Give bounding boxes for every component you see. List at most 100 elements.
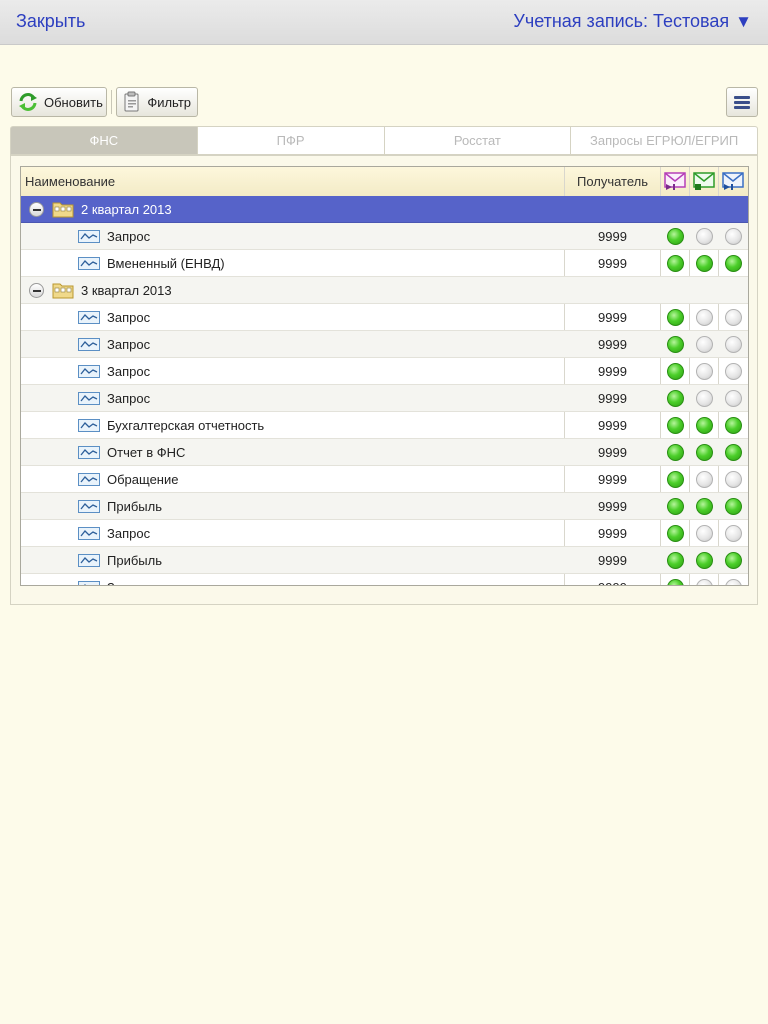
- document-chart-icon: [78, 419, 100, 432]
- status-gray-icon: [725, 228, 742, 245]
- clipboard-filter-icon: [122, 91, 142, 113]
- refresh-label: Обновить: [44, 94, 103, 110]
- tab-rosstat[interactable]: Росстат: [384, 126, 572, 155]
- close-button[interactable]: Закрыть: [16, 11, 85, 32]
- top-nav-bar: Закрыть Учетная запись: Тестовая ▼: [0, 0, 768, 45]
- folder-icon: [52, 281, 74, 299]
- document-name: Вмененный (ЕНВД): [107, 256, 225, 271]
- envelope-purple-icon[interactable]: [663, 170, 687, 192]
- table-row[interactable]: Запрос 9999: [21, 331, 748, 358]
- document-name: Запрос: [107, 337, 151, 352]
- table-row[interactable]: Запрос 9999: [21, 385, 748, 412]
- document-name: Запрос: [107, 526, 151, 541]
- tab-pfr[interactable]: ПФР: [197, 126, 385, 155]
- recipient-value: 9999: [598, 418, 627, 433]
- table-row[interactable]: Вмененный (ЕНВД) 9999: [21, 250, 748, 277]
- status-green-icon: [667, 336, 684, 353]
- document-name: Прибыль: [107, 499, 162, 514]
- status-green-icon: [667, 498, 684, 515]
- group-row[interactable]: 3 квартал 2013: [21, 277, 748, 304]
- envelope-green-icon[interactable]: [692, 170, 716, 192]
- status-green-icon: [725, 255, 742, 272]
- collapse-toggle-icon[interactable]: [29, 283, 44, 298]
- status-green-icon: [725, 498, 742, 515]
- recipient-value: 9999: [598, 337, 627, 352]
- status-gray-icon: [696, 363, 713, 380]
- document-chart-icon: [78, 257, 100, 270]
- status-gray-icon: [696, 228, 713, 245]
- document-name: Запрос: [107, 364, 151, 379]
- tab-bar: ФНС ПФР Росстат Запросы ЕГРЮЛ/ЕГРИП: [10, 126, 758, 156]
- refresh-button[interactable]: Обновить: [11, 87, 107, 117]
- recipient-value: 9999: [598, 499, 627, 514]
- table-row[interactable]: Бухгалтерская отчетность 9999: [21, 412, 748, 439]
- document-chart-icon: [78, 230, 100, 243]
- recipient-value: 9999: [598, 553, 627, 568]
- recipient-value: 9999: [565, 580, 660, 585]
- table-row[interactable]: Запрос 9999: [21, 223, 748, 250]
- document-name: Запрос: [107, 580, 150, 585]
- account-selector[interactable]: Учетная запись: Тестовая ▼: [513, 11, 752, 32]
- status-green-icon: [667, 417, 684, 434]
- chevron-down-icon: ▼: [735, 12, 752, 31]
- table-row[interactable]: Отчет в ФНС 9999: [21, 439, 748, 466]
- account-label: Учетная запись: Тестовая: [513, 11, 730, 31]
- status-green-icon: [725, 444, 742, 461]
- status-gray-icon: [696, 309, 713, 326]
- status-green-icon: [667, 552, 684, 569]
- documents-table[interactable]: Наименование Получатель 2 квартал 2013 З…: [20, 166, 749, 586]
- document-name: Запрос: [107, 229, 151, 244]
- status-gray-icon: [725, 579, 742, 585]
- document-chart-icon: [78, 500, 100, 513]
- column-header-recipient[interactable]: Получатель: [565, 174, 660, 189]
- status-gray-icon: [725, 471, 742, 488]
- document-chart-icon: [78, 527, 100, 540]
- recipient-value: 9999: [598, 526, 627, 541]
- document-chart-icon: [78, 554, 100, 567]
- document-chart-icon: [78, 311, 100, 324]
- status-gray-icon: [725, 336, 742, 353]
- status-green-icon: [725, 417, 742, 434]
- document-chart-icon: [78, 446, 100, 459]
- tab-fns[interactable]: ФНС: [10, 126, 198, 155]
- table-body: 2 квартал 2013 Запрос 9999 Вмененный (ЕНВД)…: [21, 196, 748, 585]
- status-green-icon: [667, 471, 684, 488]
- table-row[interactable]: Прибыль 9999: [21, 493, 748, 520]
- status-gray-icon: [696, 336, 713, 353]
- table-row[interactable]: Запрос 9999: [21, 574, 748, 585]
- menu-button[interactable]: [726, 87, 758, 117]
- tab-egrul-egrip-requests[interactable]: Запросы ЕГРЮЛ/ЕГРИП: [571, 126, 758, 155]
- document-chart-icon: [78, 473, 100, 486]
- filter-label: Фильтр: [147, 94, 191, 110]
- table-row[interactable]: Запрос 9999: [21, 520, 748, 547]
- column-header-name[interactable]: Наименование: [25, 174, 115, 189]
- status-green-icon: [667, 228, 684, 245]
- status-green-icon: [667, 390, 684, 407]
- status-green-icon: [667, 363, 684, 380]
- table-row[interactable]: Запрос 9999: [21, 358, 748, 385]
- status-gray-icon: [725, 363, 742, 380]
- status-green-icon: [667, 579, 684, 585]
- document-name: Запрос: [107, 310, 151, 325]
- status-green-icon: [667, 444, 684, 461]
- hamburger-menu-icon: [734, 94, 750, 111]
- table-row[interactable]: Обращение 9999: [21, 466, 748, 493]
- toolbar-divider: [111, 90, 112, 114]
- status-green-icon: [696, 498, 713, 515]
- table-row[interactable]: Прибыль 9999: [21, 547, 748, 574]
- document-name: Бухгалтерская отчетность: [107, 418, 265, 433]
- folder-icon: [52, 200, 74, 218]
- status-green-icon: [725, 552, 742, 569]
- toolbar: Обновить Фильтр: [10, 87, 758, 119]
- table-header: Наименование Получатель: [21, 167, 748, 197]
- filter-button[interactable]: Фильтр: [116, 87, 198, 117]
- recipient-value: 9999: [598, 391, 627, 406]
- document-name: Прибыль: [107, 553, 162, 568]
- document-chart-icon: [78, 365, 100, 378]
- status-green-icon: [696, 444, 713, 461]
- envelope-blue-icon[interactable]: [721, 170, 745, 192]
- table-row[interactable]: Запрос 9999: [21, 304, 748, 331]
- collapse-toggle-icon[interactable]: [29, 202, 44, 217]
- status-green-icon: [696, 255, 713, 272]
- group-row[interactable]: 2 квартал 2013: [21, 196, 748, 223]
